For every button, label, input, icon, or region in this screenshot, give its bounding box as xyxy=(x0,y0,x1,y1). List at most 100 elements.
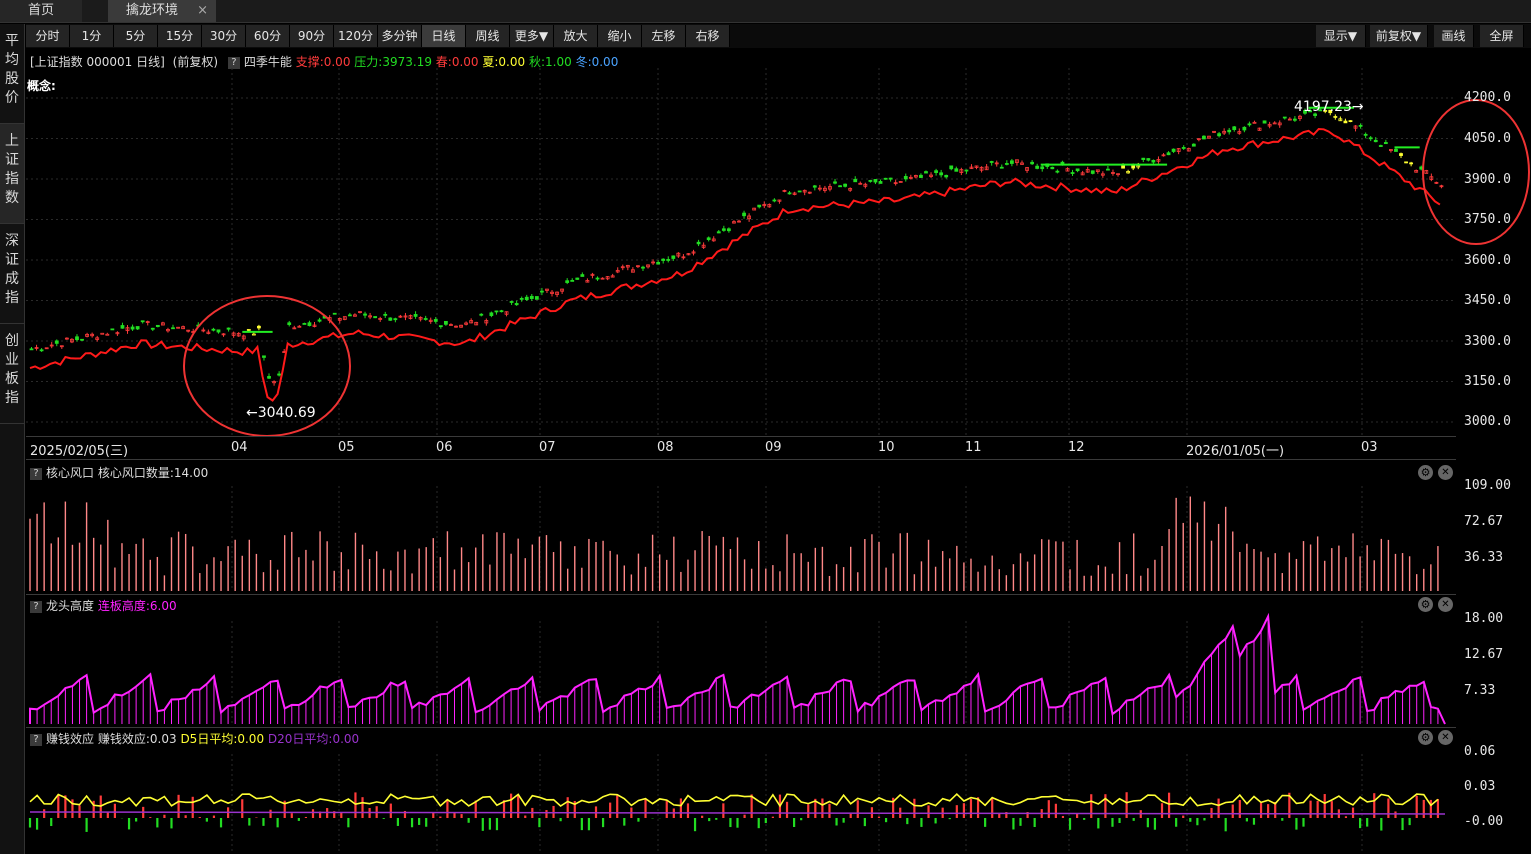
candle-body xyxy=(1009,160,1014,164)
arrow-left-icon: ← xyxy=(246,405,258,421)
high-price-value: 4197.23 xyxy=(1294,99,1352,115)
y-label: 0.06 xyxy=(1464,744,1496,759)
core-panel-bars xyxy=(29,496,1439,591)
candle-body xyxy=(383,313,388,316)
x-label: 12 xyxy=(1068,440,1085,455)
candle-body xyxy=(742,212,746,217)
candle-body xyxy=(39,349,44,352)
candle-body xyxy=(570,280,575,282)
candle-body xyxy=(373,316,378,319)
candle-body xyxy=(641,266,645,269)
x-label: 11 xyxy=(965,440,982,455)
candle-body xyxy=(797,190,802,193)
candle-body xyxy=(307,322,312,326)
candle-body xyxy=(1282,116,1287,119)
candle-body xyxy=(1242,126,1247,131)
candle-body xyxy=(1247,123,1252,126)
gear-icon[interactable]: ⚙ xyxy=(1418,730,1433,745)
main-chart-canvas[interactable] xyxy=(0,0,1531,854)
candle-body xyxy=(1141,157,1146,160)
x-label: 2026/01/05(一) xyxy=(1186,444,1285,459)
x-label: 07 xyxy=(539,440,556,455)
candle-body xyxy=(80,338,84,341)
candle-body xyxy=(1217,133,1221,137)
x-label: 10 xyxy=(878,440,895,455)
x-label: 03 xyxy=(1361,440,1378,455)
candle-body xyxy=(706,237,711,240)
gear-icon[interactable]: ⚙ xyxy=(1418,465,1433,480)
candle-body xyxy=(433,319,438,322)
candle-body xyxy=(332,312,337,315)
candle-body xyxy=(1272,122,1277,125)
help-icon[interactable]: ? xyxy=(30,467,42,480)
candle-body xyxy=(347,314,352,317)
candle-body xyxy=(787,192,792,195)
candle-body xyxy=(413,314,418,317)
low-price-value: 3040.69 xyxy=(257,405,316,421)
candle-body xyxy=(171,327,175,330)
candle-body xyxy=(519,297,524,300)
money-d20-value: D20日平均:0.00 xyxy=(267,732,360,746)
candle-body xyxy=(1070,172,1075,174)
candle-body xyxy=(1383,142,1388,145)
candle-body xyxy=(1131,165,1136,169)
candle-body xyxy=(29,348,34,351)
candle-body xyxy=(150,327,155,330)
candle-body xyxy=(438,325,443,328)
gear-icon[interactable]: ⚙ xyxy=(1418,597,1433,612)
x-label: 05 xyxy=(338,440,355,455)
help-icon[interactable]: ? xyxy=(30,733,42,746)
candle-body xyxy=(479,313,484,316)
candle-body xyxy=(423,318,428,320)
candle-body xyxy=(226,327,231,330)
y-label: 36.33 xyxy=(1464,550,1504,565)
candle-body xyxy=(1075,168,1080,172)
candle-body xyxy=(868,180,873,182)
candle-body xyxy=(1368,137,1373,140)
candle-body xyxy=(120,325,125,329)
candle-body xyxy=(534,296,539,300)
candle-body xyxy=(565,280,570,283)
candle-body xyxy=(54,340,59,344)
candle-body xyxy=(540,290,544,293)
close-icon[interactable]: ✕ xyxy=(1438,465,1453,480)
candle-body xyxy=(989,161,994,163)
support-line xyxy=(29,127,1441,402)
divider xyxy=(26,459,1456,460)
candle-body xyxy=(757,204,762,208)
candle-body xyxy=(949,165,954,170)
candle-body xyxy=(110,328,115,331)
candle-body xyxy=(1050,166,1055,170)
candle-body xyxy=(1166,152,1171,156)
candle-body xyxy=(843,183,848,187)
candle-body xyxy=(262,355,266,358)
money-panel-value: 赚钱效应:0.03 xyxy=(97,732,177,746)
candle-body xyxy=(726,228,731,232)
candle-body xyxy=(656,261,661,265)
candle-body xyxy=(1004,163,1009,165)
candle-body xyxy=(1404,161,1408,164)
candle-body xyxy=(661,258,666,261)
help-icon[interactable]: ? xyxy=(30,600,42,613)
candle-body xyxy=(772,199,777,202)
money-d5-value: D5日平均:0.00 xyxy=(180,732,265,746)
y-label: 72.67 xyxy=(1464,514,1504,529)
candle-body xyxy=(1227,129,1232,133)
y-label: 3000.0 xyxy=(1464,414,1511,429)
y-label: 3150.0 xyxy=(1464,374,1511,389)
high-price-annotation: 4197.23→ xyxy=(1294,99,1364,115)
candle-body xyxy=(499,310,504,313)
candle-body xyxy=(1040,166,1045,170)
candle-body xyxy=(75,336,79,341)
y-label: 0.03 xyxy=(1464,779,1496,794)
candle-body xyxy=(393,318,398,321)
candle-body xyxy=(919,174,923,178)
close-icon[interactable]: ✕ xyxy=(1438,597,1453,612)
candle-body xyxy=(944,174,949,178)
candle-body xyxy=(302,323,307,325)
candle-body xyxy=(100,332,105,335)
close-icon[interactable]: ✕ xyxy=(1438,730,1453,745)
core-panel-header: ? 核心风口 核心风口数量:14.00 xyxy=(30,464,208,481)
candle-body xyxy=(964,169,969,172)
y-label: 4050.0 xyxy=(1464,131,1511,146)
